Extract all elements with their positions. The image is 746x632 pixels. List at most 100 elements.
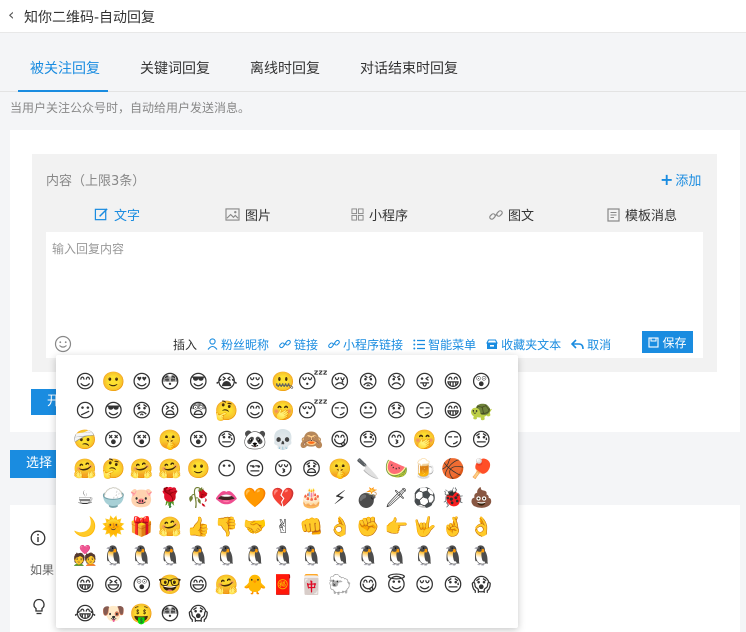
emoji-item[interactable]: 😴 [297, 368, 327, 397]
insert-fan-nickname[interactable]: 粉丝昵称 [207, 336, 269, 353]
emoji-item[interactable]: 😓 [354, 426, 382, 455]
emoji-item[interactable]: 😵 [99, 426, 127, 455]
emoji-item[interactable]: 🎂 [297, 484, 325, 513]
emoji-item[interactable]: 😳 [156, 368, 184, 397]
emoji-item[interactable]: 🌞 [99, 513, 127, 542]
emoji-item[interactable]: 🤕 [71, 426, 99, 455]
emoji-item[interactable]: 🤐 [269, 368, 297, 397]
emoji-item[interactable]: 😄 [184, 571, 212, 600]
type-tab-template[interactable]: 模板消息 [607, 205, 677, 224]
emoji-item[interactable]: 🍺 [411, 455, 439, 484]
emoji-item[interactable]: 😳 [156, 600, 184, 629]
emoji-item[interactable]: 🤗 [156, 455, 184, 484]
emoji-item[interactable]: 🗡 [382, 484, 410, 513]
emoji-item[interactable]: ✊ [354, 513, 382, 542]
emoji-item[interactable]: 🐧 [184, 542, 212, 571]
emoji-item[interactable]: 🐧 [382, 542, 410, 571]
emoji-item[interactable]: 🤗 [212, 571, 240, 600]
emoji-item[interactable]: 😞 [382, 397, 410, 426]
emoji-item[interactable]: 😙 [382, 426, 410, 455]
emoji-item[interactable]: 🐢 [467, 397, 495, 426]
emoji-item[interactable]: 💩 [467, 484, 495, 513]
emoji-item[interactable]: 😡 [354, 368, 382, 397]
select-button[interactable]: 选择 [10, 450, 62, 478]
emoji-item[interactable]: 🐧 [212, 542, 240, 571]
emoji-item[interactable]: 🤫 [156, 426, 184, 455]
emoji-item[interactable]: 😲 [128, 571, 156, 600]
emoji-item[interactable]: 😠 [382, 368, 410, 397]
emoji-item[interactable]: 😒 [241, 455, 269, 484]
emoji-item[interactable]: 👎 [212, 513, 240, 542]
emoji-item[interactable]: 🤭 [269, 397, 297, 426]
emoji-item[interactable]: 😕 [71, 397, 99, 426]
emoji-item[interactable]: 🌹 [156, 484, 184, 513]
emoji-item[interactable]: 😎 [99, 397, 127, 426]
emoji-item[interactable]: 😂 [71, 600, 99, 629]
emoji-item[interactable]: 😆 [99, 571, 127, 600]
emoji-item[interactable]: 😍 [128, 368, 156, 397]
emoji-item[interactable]: 🍉 [382, 455, 410, 484]
emoji-item[interactable]: 😓 [212, 426, 240, 455]
emoji-item[interactable]: 😌 [411, 571, 439, 600]
insert-link[interactable]: 链接 [279, 336, 318, 353]
emoji-item[interactable]: 🐧 [269, 542, 297, 571]
emoji-item[interactable]: 😏 [326, 397, 354, 426]
emoji-item[interactable]: 🤟 [411, 513, 439, 542]
save-button[interactable]: 保存 [642, 331, 693, 353]
emoji-item[interactable]: 💀 [269, 426, 297, 455]
emoji-item[interactable]: 🐧 [297, 542, 325, 571]
emoji-item[interactable]: 🐧 [241, 542, 269, 571]
emoji-item[interactable]: 😁 [71, 571, 99, 600]
emoji-item[interactable]: 🀄 [297, 571, 325, 600]
emoji-item[interactable]: 😓 [467, 426, 495, 455]
emoji-item[interactable]: 🤗 [128, 455, 156, 484]
emoji-item[interactable]: 🐧 [128, 542, 156, 571]
type-tab-text[interactable]: 文字 [94, 205, 140, 224]
type-tab-image[interactable]: 图片 [225, 205, 271, 224]
emoji-item[interactable]: 😊 [241, 397, 269, 426]
emoji-item[interactable]: 😶 [212, 455, 240, 484]
emoji-item[interactable]: 😲 [467, 368, 495, 397]
emoji-item[interactable]: 😟 [128, 397, 156, 426]
emoji-picker-icon[interactable] [54, 335, 72, 353]
emoji-item[interactable]: 😨 [184, 397, 212, 426]
emoji-item[interactable]: 👄 [212, 484, 240, 513]
emoji-item[interactable]: 💔 [269, 484, 297, 513]
emoji-item[interactable]: 🔪 [354, 455, 382, 484]
emoji-item[interactable]: ✌ [269, 513, 297, 542]
emoji-item[interactable]: 🏓 [467, 455, 495, 484]
emoji-item[interactable]: 🤗 [156, 513, 184, 542]
emoji-item[interactable]: 👌 [326, 513, 354, 542]
emoji-item[interactable]: 😓 [439, 571, 467, 600]
emoji-item[interactable]: 🤑 [128, 600, 156, 629]
emoji-item[interactable]: 😵 [184, 426, 212, 455]
emoji-item[interactable]: 🤔 [99, 455, 127, 484]
emoji-item[interactable]: 😧 [297, 455, 325, 484]
emoji-item[interactable]: 💑 [71, 542, 99, 571]
emoji-item[interactable]: 😊 [71, 368, 99, 397]
emoji-item[interactable]: 🌙 [71, 513, 99, 542]
emoji-item[interactable]: 🥀 [184, 484, 212, 513]
emoji-item[interactable]: 😜 [411, 368, 439, 397]
emoji-item[interactable]: 😇 [382, 571, 410, 600]
emoji-item[interactable]: 🐑 [326, 571, 354, 600]
type-tab-miniprogram[interactable]: 小程序 [351, 205, 408, 224]
emoji-item[interactable]: 🐞 [439, 484, 467, 513]
emoji-item[interactable]: ☕ [71, 484, 99, 513]
emoji-item[interactable]: 👉 [382, 513, 410, 542]
emoji-item[interactable]: 🙂 [184, 455, 212, 484]
emoji-item[interactable]: 🤝 [241, 513, 269, 542]
emoji-item[interactable]: ⚡ [326, 484, 354, 513]
emoji-item[interactable]: 🎁 [128, 513, 156, 542]
emoji-item[interactable]: 😁 [439, 397, 467, 426]
emoji-item[interactable]: 🧧 [269, 571, 297, 600]
add-button[interactable]: + 添加 [660, 170, 701, 189]
emoji-item[interactable]: 😱 [184, 600, 212, 629]
emoji-item[interactable]: 🐷 [128, 484, 156, 513]
emoji-item[interactable]: 🐧 [354, 542, 382, 571]
emoji-item[interactable]: 🐥 [241, 571, 269, 600]
insert-miniprogram-link[interactable]: 小程序链接 [328, 336, 403, 353]
emoji-item[interactable]: 🤔 [212, 397, 240, 426]
cancel-button[interactable]: 取消 [571, 336, 611, 353]
emoji-item[interactable]: 🐶 [99, 600, 127, 629]
